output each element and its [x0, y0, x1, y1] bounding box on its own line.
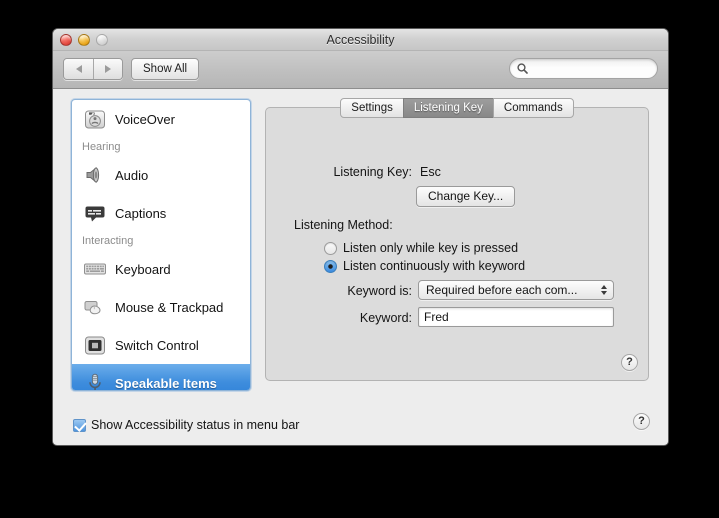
- search-icon: [517, 63, 528, 74]
- microphone-icon: [80, 371, 110, 390]
- keyword-is-select[interactable]: Required before each com...: [418, 280, 614, 300]
- sidebar-item-audio[interactable]: Audio: [72, 156, 250, 194]
- listening-key-value: Esc: [420, 165, 441, 179]
- minimize-button[interactable]: [78, 34, 90, 46]
- show-all-button[interactable]: Show All: [131, 58, 200, 80]
- sidebar-item-label: Audio: [115, 167, 149, 183]
- switch-control-icon: [80, 333, 110, 357]
- zoom-button: [96, 34, 108, 46]
- radio-button-selected-icon: [324, 259, 337, 273]
- listening-key-label: Listening Key:: [333, 165, 412, 179]
- listening-key-panel: Settings Listening Key Commands Listenin…: [265, 98, 649, 381]
- sidebar-item-captions[interactable]: Captions: [72, 194, 250, 232]
- tab-commands[interactable]: Commands: [492, 98, 574, 118]
- sidebar-item-switch-control[interactable]: Switch Control: [72, 326, 250, 364]
- radio-listen-while-pressed[interactable]: Listen only while key is pressed: [324, 241, 518, 255]
- sidebar-item-label: Switch Control: [115, 337, 199, 353]
- window-help-button[interactable]: ?: [633, 413, 650, 430]
- keyword-label: Keyword:: [359, 311, 412, 325]
- keyword-input[interactable]: [418, 307, 614, 327]
- radio-button-icon: [324, 241, 337, 255]
- navigation-segmented-control: [63, 58, 123, 80]
- radio-label: Listen only while key is pressed: [343, 241, 519, 255]
- radio-listen-continuously[interactable]: Listen continuously with keyword: [324, 259, 525, 273]
- panel-tabs: Settings Listening Key Commands: [266, 98, 648, 118]
- captions-icon: [80, 201, 110, 225]
- checkbox-checked-icon: [73, 418, 86, 432]
- sidebar-header-hearing: Hearing: [82, 141, 121, 153]
- sidebar-item-label: Mouse & Trackpad: [115, 299, 224, 315]
- chevron-right-icon: [105, 65, 111, 73]
- chevron-left-icon: [75, 65, 82, 73]
- forward-button[interactable]: [93, 59, 122, 79]
- sidebar-item-keyboard[interactable]: Keyboard: [72, 250, 250, 288]
- voiceover-icon: [80, 107, 110, 131]
- sidebar-item-mouse-trackpad[interactable]: Mouse & Trackpad: [72, 288, 250, 326]
- keyword-is-selected-value: Required before each com...: [426, 283, 578, 297]
- keyboard-icon: [80, 257, 110, 281]
- close-button[interactable]: [60, 34, 72, 46]
- sidebar-item-label: VoiceOver: [115, 111, 175, 127]
- show-status-checkbox-row[interactable]: Show Accessibility status in menu bar: [73, 418, 299, 432]
- listening-method-label: Listening Method:: [294, 218, 393, 232]
- panel-help-button[interactable]: ?: [621, 354, 638, 371]
- mouse-trackpad-icon: [80, 295, 110, 319]
- preferences-window: Accessibility Show All VoiceOver Hearing…: [52, 28, 669, 446]
- window-body: VoiceOver Hearing Audio Captions Interac…: [53, 89, 668, 444]
- window-titlebar: Accessibility: [53, 29, 668, 51]
- window-controls: [60, 34, 108, 46]
- toolbar: Show All: [53, 51, 668, 89]
- stepper-arrows-icon: [601, 285, 607, 295]
- sidebar-item-voiceover[interactable]: VoiceOver: [72, 100, 250, 138]
- change-key-button[interactable]: Change Key...: [416, 186, 516, 207]
- tab-listening-key[interactable]: Listening Key: [402, 98, 494, 118]
- search-input[interactable]: [532, 62, 642, 75]
- speaker-icon: [80, 163, 110, 187]
- accessibility-sidebar: VoiceOver Hearing Audio Captions Interac…: [71, 99, 251, 391]
- tab-settings[interactable]: Settings: [340, 98, 404, 118]
- sidebar-item-label: Speakable Items: [115, 375, 217, 391]
- search-field[interactable]: [509, 58, 658, 79]
- sidebar-item-speakable-items[interactable]: Speakable Items: [72, 364, 250, 391]
- window-title: Accessibility: [326, 33, 395, 47]
- sidebar-header-interacting: Interacting: [82, 235, 134, 247]
- sidebar-item-label: Keyboard: [115, 261, 171, 277]
- sidebar-item-label: Captions: [115, 205, 167, 221]
- back-button[interactable]: [64, 59, 93, 79]
- checkbox-label: Show Accessibility status in menu bar: [91, 418, 300, 432]
- radio-label: Listen continuously with keyword: [343, 259, 526, 273]
- keyword-is-label: Keyword is:: [347, 284, 412, 298]
